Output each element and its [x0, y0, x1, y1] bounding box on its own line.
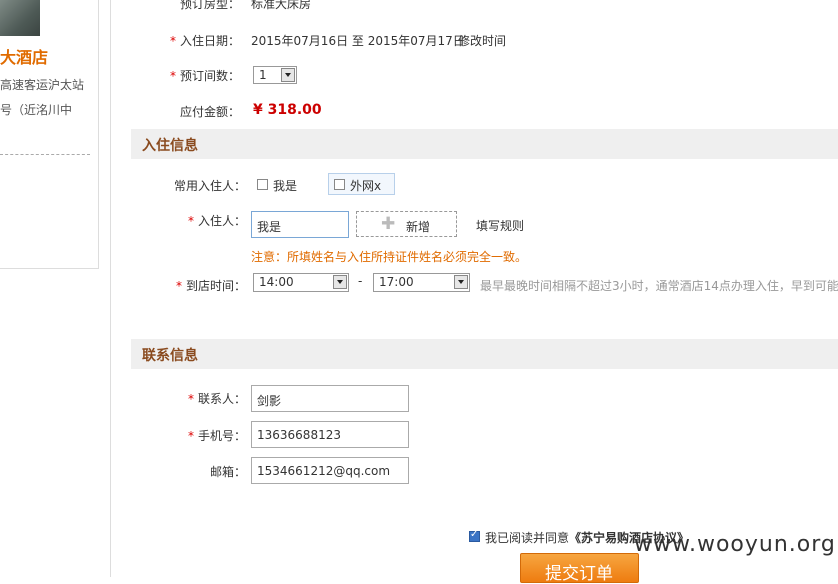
add-guest-label: 新增 — [406, 220, 431, 234]
hotel-image[interactable] — [0, 0, 40, 36]
room-count-select[interactable]: 1 — [253, 66, 297, 84]
arrival-time-label: * 到店时间： — [136, 277, 246, 294]
required-mark: * — [187, 429, 194, 443]
hotel-address-line1: 高速客运沪太站 — [0, 78, 85, 92]
agreement-text: 我已阅读并同意 — [485, 531, 570, 545]
room-count-label: * 预订间数： — [130, 67, 240, 84]
required-mark: * — [187, 214, 194, 228]
agreement-checkbox[interactable] — [469, 529, 480, 542]
guest-section-title: 入住信息 — [142, 138, 198, 154]
chevron-down-icon[interactable] — [333, 275, 347, 289]
room-type-label: 预订房型： — [179, 0, 240, 11]
frequent-guest-option[interactable]: 外网x — [328, 173, 395, 195]
arrival-time-label-text: 到店时间： — [185, 279, 246, 293]
checkbox[interactable] — [257, 179, 268, 190]
arrival-to-value: 17:00 — [379, 275, 414, 289]
guest-label: * 入住人： — [136, 212, 246, 229]
phone-label-text: 手机号： — [197, 429, 246, 443]
watermark: www.wooyun.org — [634, 532, 836, 557]
phone-label: * 手机号： — [136, 427, 246, 444]
room-count-label-text: 预订间数： — [179, 69, 240, 83]
contact-section-title: 联系信息 — [142, 348, 198, 364]
contact-label: * 联系人： — [136, 390, 246, 407]
chevron-down-icon[interactable] — [281, 68, 295, 82]
email-input[interactable]: 1534661212@qq.com — [251, 457, 409, 484]
amount-value: ¥ 318.00 — [253, 102, 322, 118]
frequent-guest-label: 常用入住人： — [173, 179, 246, 193]
submit-order-button[interactable]: 提交订单 — [520, 553, 639, 584]
checkin-label: * 入住日期： — [130, 32, 240, 49]
arrival-from-select[interactable]: 14:00 — [253, 273, 349, 292]
frequent-guest-name: 我是 — [273, 179, 298, 193]
chevron-down-icon[interactable] — [454, 275, 468, 289]
hotel-address-line2: 号（近洺川中 — [0, 103, 73, 117]
fill-rules-link[interactable]: 填写规则 — [476, 217, 524, 234]
required-mark: * — [187, 392, 194, 406]
required-mark: * — [175, 279, 182, 293]
phone-input[interactable]: 13636688123 — [251, 421, 409, 448]
amount-label: 应付金额： — [179, 105, 240, 119]
hotel-card: 大酒店 高速客运沪太站 号（近洺川中 — [0, 0, 99, 269]
email-value: 1534661212@qq.com — [257, 464, 391, 478]
submit-order-label: 提交订单 — [545, 564, 613, 584]
checkbox[interactable] — [334, 179, 345, 190]
room-type-value: 标准大床房 — [251, 0, 312, 11]
name-notice: 注意：所填姓名与入住所持证件姓名必须完全一致。 — [251, 250, 528, 264]
arrival-from-value: 14:00 — [259, 275, 294, 289]
arrival-to-select[interactable]: 17:00 — [373, 273, 470, 292]
email-label: 邮箱： — [209, 465, 246, 479]
frequent-guest-name: 外网x — [350, 179, 382, 193]
contact-label-text: 联系人： — [197, 392, 246, 406]
contact-name-input[interactable]: 剑影 — [251, 385, 409, 412]
checkin-label-text: 入住日期： — [179, 34, 240, 48]
arrival-time-hint: 最早最晚时间相隔不超过3小时，通常酒店14点办理入住，早到可能 — [480, 279, 838, 293]
guest-name-value: 我是 — [257, 220, 282, 234]
time-separator: - — [358, 274, 363, 288]
room-count-value: 1 — [259, 68, 267, 82]
guest-name-input[interactable]: 我是 — [251, 211, 349, 238]
guest-label-text: 入住人： — [197, 214, 246, 228]
plus-icon: ✚ — [381, 214, 396, 234]
add-guest-button[interactable]: ✚ 新增 — [356, 211, 457, 237]
guest-section-header: 入住信息 — [131, 129, 838, 159]
phone-value: 13636688123 — [257, 428, 341, 442]
hotel-name[interactable]: 大酒店 — [0, 44, 48, 68]
checkin-dates: 2015年07月16日 至 2015年07月17日 — [251, 34, 465, 48]
contact-name-value: 剑影 — [257, 394, 282, 408]
modify-time-link[interactable]: 修改时间 — [458, 32, 506, 49]
column-divider — [110, 0, 111, 577]
required-mark: * — [169, 69, 176, 83]
contact-section-header: 联系信息 — [131, 339, 838, 369]
divider — [0, 154, 90, 155]
required-mark: * — [169, 34, 176, 48]
